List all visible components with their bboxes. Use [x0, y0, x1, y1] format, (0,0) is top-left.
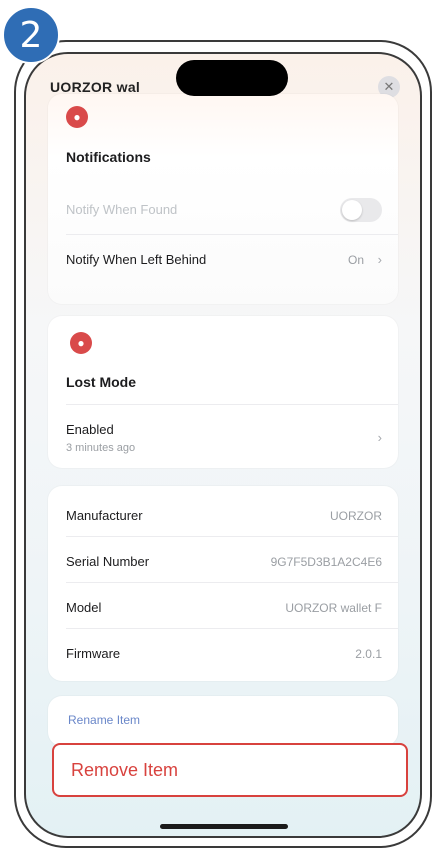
- notify-when-found-toggle[interactable]: [340, 198, 382, 222]
- manufacturer-value: UORZOR: [330, 509, 382, 523]
- lost-mode-enabled-time: 3 minutes ago: [66, 442, 136, 454]
- divider: [66, 536, 398, 537]
- step-number-badge: 2: [2, 6, 60, 64]
- serial-number-label: Serial Number: [66, 554, 150, 569]
- manufacturer-label: Manufacturer: [66, 508, 143, 523]
- rename-card: Rename Item: [48, 696, 398, 746]
- lost-mode-icon: ●: [70, 332, 92, 354]
- notifications-card: ● Notifications Notify When Found Notify…: [48, 94, 398, 304]
- divider: [66, 404, 398, 405]
- notify-when-found-label: Notify When Found: [66, 202, 178, 217]
- firmware-label: Firmware: [66, 646, 121, 661]
- page-title: UORZOR wal: [50, 79, 141, 95]
- rename-item-link[interactable]: Rename Item: [68, 713, 140, 727]
- firmware-value: 2.0.1: [355, 647, 382, 661]
- model-value: UORZOR wallet F: [285, 601, 382, 615]
- toggle-knob: [342, 200, 362, 220]
- lost-mode-card: ● Lost Mode Enabled 3 minutes ago ›: [48, 316, 398, 468]
- serial-number-value: 9G7F5D3B1A2C4E6: [270, 555, 382, 569]
- lost-mode-enabled-label[interactable]: Enabled: [66, 422, 114, 437]
- notify-when-left-behind-value: On: [347, 253, 364, 267]
- notifications-title: Notifications: [66, 149, 151, 165]
- lost-mode-title: Lost Mode: [66, 374, 136, 390]
- divider: [66, 234, 398, 235]
- chevron-right-icon: ›: [377, 252, 382, 267]
- device-info-card: Manufacturer UORZOR Serial Number 9G7F5D…: [48, 486, 398, 681]
- phone-screen: UORZOR wal ✕ ● Notifications Notify When…: [24, 52, 422, 838]
- dynamic-island: [176, 60, 288, 96]
- chevron-right-icon: ›: [377, 430, 382, 445]
- notify-when-left-behind-label[interactable]: Notify When Left Behind: [66, 252, 206, 267]
- bell-icon: ●: [66, 106, 88, 128]
- model-label: Model: [66, 600, 102, 615]
- close-icon: ✕: [383, 79, 395, 94]
- divider: [66, 628, 398, 629]
- divider: [66, 582, 398, 583]
- remove-item-button[interactable]: Remove Item: [52, 743, 408, 797]
- home-indicator: [160, 824, 288, 829]
